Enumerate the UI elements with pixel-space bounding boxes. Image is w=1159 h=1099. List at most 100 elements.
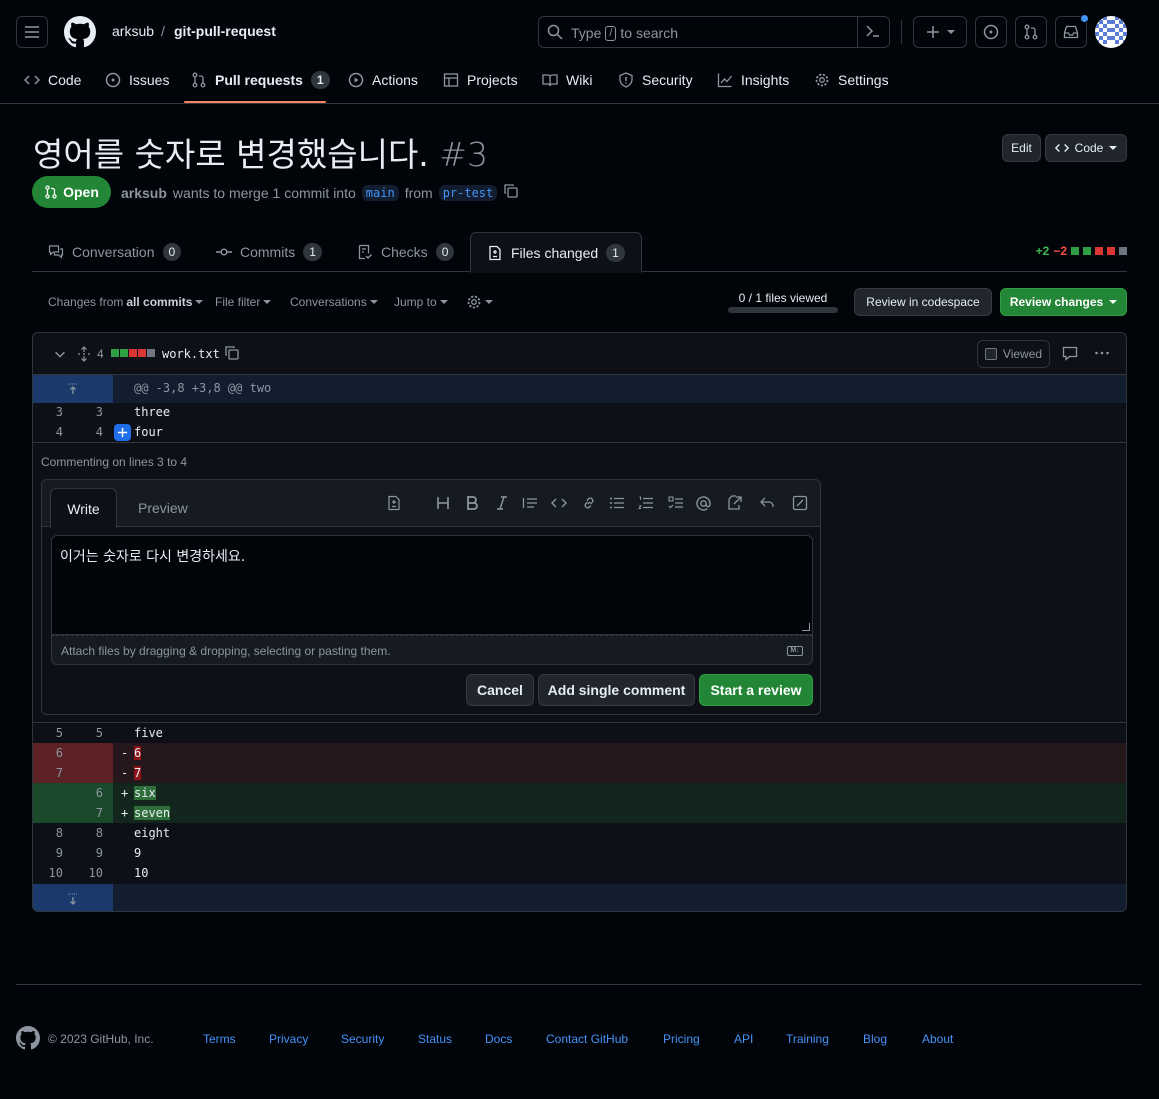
tab-preview[interactable]: Preview	[138, 500, 188, 516]
diff-settings-button[interactable]	[466, 294, 493, 310]
resize-handle[interactable]	[802, 623, 810, 631]
create-new-button[interactable]	[913, 16, 967, 48]
footer-link[interactable]: Status	[418, 1032, 452, 1046]
checklist-icon	[358, 244, 372, 260]
new-line-number[interactable]: 6	[63, 783, 103, 803]
footer-link[interactable]: API	[734, 1032, 753, 1046]
comment-icon[interactable]	[1062, 345, 1078, 364]
review-in-codespace-button[interactable]: Review in codespace	[854, 288, 992, 316]
heading-icon[interactable]	[436, 495, 450, 514]
code-dropdown-button[interactable]: Code	[1045, 134, 1127, 162]
start-review-button[interactable]: Start a review	[699, 674, 813, 706]
nav-projects[interactable]: Projects	[443, 68, 518, 92]
quote-icon[interactable]	[522, 495, 538, 514]
new-line-number[interactable]: 8	[63, 823, 103, 843]
link-icon[interactable]	[581, 495, 597, 514]
edit-title-button[interactable]: Edit	[1002, 134, 1041, 162]
footer-link[interactable]: Privacy	[269, 1032, 308, 1046]
menu-icon[interactable]	[16, 16, 48, 48]
old-line-number[interactable]: 6	[33, 743, 63, 763]
footer-link[interactable]: Contact GitHub	[546, 1032, 628, 1046]
nav-wiki[interactable]: Wiki	[542, 68, 592, 92]
nav-insights-label: Insights	[741, 72, 790, 88]
file-name[interactable]: work.txt	[162, 347, 220, 361]
comment-textarea[interactable]: 이거는 숫자로 다시 변경하세요.	[51, 535, 813, 635]
chevron-down-icon[interactable]	[53, 347, 67, 364]
bold-icon[interactable]	[465, 495, 479, 514]
pr-meta: arksub wants to merge 1 commit into main…	[121, 183, 519, 202]
new-line-number[interactable]: 10	[63, 863, 103, 883]
tab-commits[interactable]: Commits 1	[216, 232, 322, 272]
new-line-number[interactable]: 3	[63, 402, 103, 422]
nav-issues[interactable]: Issues	[105, 68, 169, 92]
pr-author[interactable]: arksub	[121, 185, 167, 201]
old-line-number[interactable]: 10	[33, 863, 63, 883]
footer-link[interactable]: Security	[341, 1032, 384, 1046]
unordered-list-icon[interactable]	[609, 495, 625, 514]
expand-up-icon[interactable]	[33, 375, 113, 403]
github-logo-icon[interactable]	[64, 16, 96, 48]
footer-link[interactable]: About	[922, 1032, 953, 1046]
footer-link[interactable]: Pricing	[663, 1032, 700, 1046]
changes-from-dropdown[interactable]: Changes from all commits	[48, 295, 204, 309]
breadcrumb-owner[interactable]: arksub	[112, 23, 154, 39]
breadcrumb-repo[interactable]: git-pull-request	[174, 23, 276, 39]
viewed-checkbox[interactable]: Viewed	[977, 340, 1050, 368]
kebab-menu-icon[interactable]	[1094, 345, 1110, 364]
nav-pull-requests[interactable]: Pull requests 1	[191, 68, 330, 92]
tab-write[interactable]: Write	[50, 488, 117, 528]
italic-icon[interactable]	[495, 495, 509, 514]
reply-icon[interactable]	[759, 495, 775, 514]
cancel-button[interactable]: Cancel	[466, 674, 534, 706]
ordered-list-icon[interactable]	[637, 495, 654, 514]
head-branch[interactable]: pr-test	[438, 184, 498, 201]
jump-to-dropdown[interactable]: Jump to	[394, 295, 448, 309]
cross-reference-icon[interactable]	[727, 495, 743, 514]
old-line-number[interactable]: 5	[33, 723, 63, 743]
pull-requests-icon[interactable]	[1015, 16, 1047, 48]
review-changes-button[interactable]: Review changes	[1000, 288, 1127, 316]
old-line-number[interactable]: 9	[33, 843, 63, 863]
old-line-number[interactable]: 3	[33, 402, 63, 422]
fullscreen-icon[interactable]	[792, 495, 808, 514]
nav-settings[interactable]: Settings	[814, 68, 889, 92]
footer-link[interactable]: Terms	[203, 1032, 236, 1046]
tab-checks[interactable]: Checks 0	[357, 232, 455, 272]
search-shortcut-key: /	[605, 25, 617, 41]
command-palette-icon[interactable]	[865, 23, 881, 42]
nav-security[interactable]: Security	[618, 68, 693, 92]
old-line-number[interactable]: 8	[33, 823, 63, 843]
expand-down-icon[interactable]	[33, 884, 113, 911]
add-single-comment-button[interactable]: Add single comment	[538, 674, 695, 706]
footer-link[interactable]: Docs	[485, 1032, 512, 1046]
github-mark-icon[interactable]	[16, 1026, 40, 1053]
new-line-number[interactable]: 5	[63, 723, 103, 743]
nav-actions[interactable]: Actions	[348, 68, 418, 92]
file-filter-dropdown[interactable]: File filter	[215, 295, 272, 309]
copy-icon[interactable]	[503, 183, 519, 202]
unfold-icon[interactable]	[76, 346, 92, 365]
search-input[interactable]: Type / to search	[538, 16, 890, 48]
issues-icon[interactable]	[975, 16, 1007, 48]
attach-files-area[interactable]: Attach files by dragging & dropping, sel…	[51, 635, 813, 665]
new-line-number[interactable]: 7	[63, 803, 103, 823]
suggestion-icon[interactable]	[386, 495, 402, 514]
task-list-icon[interactable]	[668, 495, 684, 514]
nav-code[interactable]: Code	[24, 68, 81, 92]
mention-icon[interactable]	[695, 495, 712, 515]
old-line-number[interactable]: 7	[33, 763, 63, 783]
new-line-number[interactable]: 4	[63, 422, 103, 442]
tab-conversation[interactable]: Conversation 0	[48, 232, 182, 272]
new-line-number[interactable]: 9	[63, 843, 103, 863]
nav-insights[interactable]: Insights	[717, 68, 789, 92]
footer-link[interactable]: Blog	[863, 1032, 887, 1046]
add-line-comment-button[interactable]	[114, 424, 131, 441]
avatar[interactable]	[1095, 16, 1127, 48]
old-line-number[interactable]: 4	[33, 422, 63, 442]
code-icon[interactable]	[551, 495, 567, 514]
tab-files-changed[interactable]: Files changed 1	[470, 232, 642, 273]
base-branch[interactable]: main	[361, 184, 399, 201]
conversations-dropdown[interactable]: Conversations	[290, 295, 378, 309]
footer-link[interactable]: Training	[786, 1032, 829, 1046]
copy-icon[interactable]	[224, 345, 240, 364]
